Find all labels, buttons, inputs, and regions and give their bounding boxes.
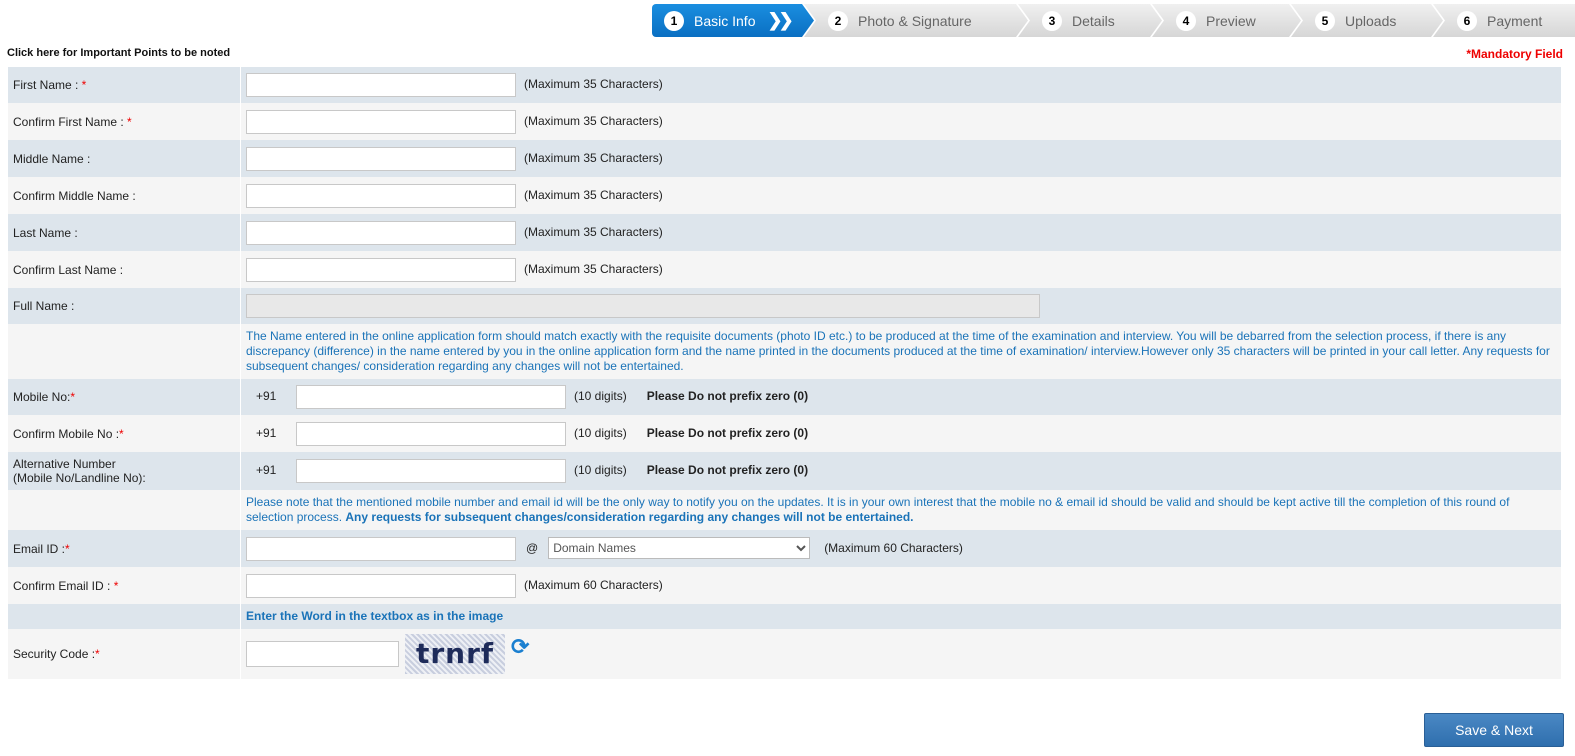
- hint: (Maximum 35 Characters): [524, 150, 663, 165]
- step-label: Details: [1072, 12, 1115, 29]
- hint: (Maximum 35 Characters): [524, 113, 663, 128]
- step-label: Basic Info: [694, 12, 756, 29]
- security-code-label: Security Code :*: [8, 629, 241, 679]
- captcha-image: trnrf: [405, 634, 505, 674]
- captcha-heading: Enter the Word in the textbox as in the …: [246, 609, 504, 623]
- confirm-email-input[interactable]: [246, 573, 516, 598]
- mandatory-field-note: *Mandatory Field: [1466, 47, 1563, 61]
- step-label: Preview: [1206, 12, 1256, 29]
- warning: Please Do not prefix zero (0): [646, 463, 809, 478]
- confirm-mobile-label: Confirm Mobile No :*: [8, 415, 241, 452]
- basic-info-form: First Name : * (Maximum 35 Characters) Co…: [8, 67, 1561, 679]
- domain-select[interactable]: Domain Names: [548, 536, 811, 559]
- mobile-label: Mobile No:*: [8, 379, 241, 415]
- hint: (Maximum 35 Characters): [524, 187, 663, 202]
- first-name-label: First Name : *: [8, 67, 241, 103]
- last-name-label: Last Name :: [8, 214, 241, 251]
- hint: (Maximum 35 Characters): [524, 224, 663, 239]
- alt-number-input[interactable]: [296, 459, 566, 483]
- step-details[interactable]: 3 Details: [1018, 4, 1162, 37]
- confirm-first-name-input[interactable]: [246, 109, 516, 134]
- full-name-input: [246, 294, 1040, 318]
- warning: Please Do not prefix zero (0): [646, 389, 809, 404]
- middle-name-label: Middle Name :: [8, 140, 241, 177]
- name-note: The Name entered in the online applicati…: [246, 329, 1550, 373]
- step-number: 2: [828, 11, 848, 31]
- hint: (10 digits): [574, 463, 627, 478]
- save-next-button[interactable]: Save & Next: [1424, 713, 1564, 747]
- country-code: +91: [256, 425, 277, 440]
- progress-steps: 1 Basic Info ❯❯ 2 Photo & Signature 3 Detail…: [652, 4, 1575, 37]
- step-payment[interactable]: 6 Payment: [1433, 4, 1575, 37]
- hint: (Maximum 35 Characters): [524, 261, 663, 276]
- last-name-input[interactable]: [246, 220, 516, 245]
- step-number: 6: [1457, 11, 1477, 31]
- important-points-link[interactable]: Click here for Important Points to be no…: [7, 47, 230, 59]
- step-number: 3: [1042, 11, 1062, 31]
- double-chevron-icon: ❯❯: [767, 10, 790, 30]
- hint: (10 digits): [574, 425, 627, 440]
- confirm-last-name-label: Confirm Last Name :: [8, 251, 241, 288]
- confirm-middle-name-label: Confirm Middle Name :: [8, 177, 241, 214]
- step-basic-info[interactable]: 1 Basic Info ❯❯: [652, 4, 814, 37]
- hint: (10 digits): [574, 389, 627, 404]
- warning: Please Do not prefix zero (0): [646, 425, 809, 440]
- step-label: Payment: [1487, 12, 1543, 29]
- confirm-mobile-input[interactable]: [296, 421, 566, 446]
- step-label: Uploads: [1345, 12, 1397, 29]
- at-sign: @: [526, 540, 539, 555]
- step-number: 4: [1176, 11, 1196, 31]
- step-uploads[interactable]: 5 Uploads: [1291, 4, 1443, 37]
- full-name-label: Full Name :: [8, 288, 241, 324]
- confirm-last-name-input[interactable]: [246, 257, 516, 282]
- step-number: 5: [1315, 11, 1335, 31]
- refresh-captcha-icon[interactable]: ⟳: [511, 634, 529, 660]
- step-preview[interactable]: 4 Preview: [1152, 4, 1301, 37]
- hint: (Maximum 35 Characters): [524, 77, 663, 92]
- security-code-input[interactable]: [246, 641, 399, 667]
- hint: (Maximum 60 Characters): [824, 540, 963, 555]
- confirm-middle-name-input[interactable]: [246, 183, 516, 208]
- step-photo-signature[interactable]: 2 Photo & Signature: [804, 4, 1028, 37]
- alt-number-label: Alternative Number (Mobile No/Landline No…: [8, 452, 241, 490]
- middle-name-input[interactable]: [246, 146, 516, 171]
- email-label: Email ID :*: [8, 530, 241, 567]
- step-label: Photo & Signature: [858, 12, 972, 29]
- country-code: +91: [256, 389, 277, 404]
- confirm-first-name-label: Confirm First Name : *: [8, 103, 241, 140]
- hint: (Maximum 60 Characters): [524, 577, 663, 592]
- mobile-input[interactable]: [296, 385, 566, 409]
- country-code: +91: [256, 463, 277, 478]
- step-number: 1: [664, 11, 684, 31]
- first-name-input[interactable]: [246, 73, 516, 97]
- confirm-email-label: Confirm Email ID : *: [8, 567, 241, 604]
- contact-note: Please note that the mentioned mobile nu…: [246, 495, 1510, 524]
- email-input[interactable]: [246, 536, 516, 561]
